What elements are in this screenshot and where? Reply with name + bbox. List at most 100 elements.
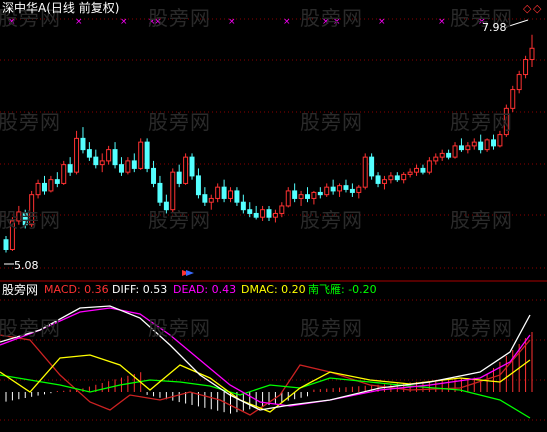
candle-body <box>516 74 522 91</box>
candle-body <box>54 179 60 184</box>
candle-body <box>523 59 529 76</box>
candle-body <box>86 149 92 158</box>
nfy-label: 南飞雁: -0.20 <box>308 283 377 296</box>
top-marker: × <box>438 17 446 27</box>
candle-body <box>433 156 439 162</box>
candle-body <box>253 212 259 218</box>
candle-body <box>292 190 298 199</box>
candle-body <box>118 164 124 173</box>
candle-body <box>144 141 150 169</box>
diamond-marker: ◇ <box>523 2 532 15</box>
top-marker: × <box>228 17 236 27</box>
top-marker: × <box>283 17 291 27</box>
watermark: 股旁网 <box>300 110 363 134</box>
candle-body <box>491 139 497 147</box>
candle-body <box>195 175 201 196</box>
candle-body <box>458 145 464 151</box>
top-marker: × <box>120 17 128 27</box>
candle-body <box>240 201 246 211</box>
candle-body <box>208 197 214 203</box>
candle-body <box>452 145 458 158</box>
candle-body <box>446 152 452 158</box>
candle-body <box>247 209 253 214</box>
candle-body <box>157 182 163 203</box>
watermark: 股旁网 <box>148 316 211 340</box>
candle-body <box>330 186 336 192</box>
candle-body <box>381 179 387 184</box>
indicator-bar: 股旁网 MACD: 0.36 DIFF: 0.53 DEAD: 0.43 DMA… <box>0 283 547 297</box>
candle-body <box>67 164 73 173</box>
candle-body <box>407 171 413 175</box>
dmac-label: DMAC: 0.20 <box>241 283 306 296</box>
watermark: 股旁网 <box>0 110 61 134</box>
watermark: 股旁网 <box>450 208 513 232</box>
candle-body <box>426 160 432 173</box>
candle-body <box>465 145 471 151</box>
diff-label: DIFF: 0.53 <box>112 283 168 296</box>
candle-body <box>420 167 426 173</box>
candle-body <box>106 149 112 162</box>
candle-body <box>285 190 291 207</box>
candle-body <box>221 186 227 199</box>
candle-body <box>529 47 535 61</box>
chart-title: 深中华A(日线 前复权) <box>2 1 120 15</box>
watermark: 股旁网 <box>300 316 363 340</box>
nfy-line <box>0 374 531 419</box>
watermark: 股旁网 <box>148 208 211 232</box>
candle-body <box>138 141 144 169</box>
top-marker: × <box>378 17 386 27</box>
candle-body <box>324 186 330 196</box>
candle-body <box>35 182 41 196</box>
low-price-label: 5.08 <box>14 259 39 272</box>
dead-label: DEAD: 0.43 <box>173 283 237 296</box>
candle-body <box>215 186 221 199</box>
watermark: 股旁网 <box>0 208 61 232</box>
high-price-label: 7.98 <box>482 21 507 34</box>
candle-body <box>279 205 285 214</box>
candle-body <box>478 141 484 151</box>
candle-body <box>401 173 407 181</box>
candle-body <box>343 185 349 190</box>
watermark: 股旁网 <box>300 208 363 232</box>
candle-body <box>74 137 80 173</box>
candle-body <box>298 194 304 199</box>
candle-body <box>93 156 99 166</box>
candle-body <box>99 160 105 166</box>
watermark: 股旁网 <box>450 110 513 134</box>
candle-body <box>317 191 323 196</box>
play-marker <box>186 270 194 276</box>
candle-body <box>272 212 278 218</box>
candle-body <box>234 190 240 203</box>
diamond-marker: ◇ <box>533 2 542 15</box>
candle-body <box>266 209 272 218</box>
candle-body <box>3 239 9 250</box>
candle-body <box>375 175 381 184</box>
candle-body <box>304 194 310 199</box>
watermark: 股旁网 <box>0 316 61 340</box>
indicator-logo: 股旁网 <box>2 283 39 297</box>
candle-body <box>112 149 118 166</box>
candle-body <box>356 186 362 193</box>
macd-label: MACD: 0.36 <box>44 283 109 296</box>
candle-body <box>80 137 86 151</box>
candle-body <box>497 134 503 147</box>
chart-stage: × × × × × × × × × × × × ◇ ◇ 股旁网 股旁网 股旁网 股旁网 股旁网 股旁网 股… <box>0 0 547 428</box>
candle-body <box>439 152 445 158</box>
candle-body <box>183 156 189 184</box>
candle-body <box>189 156 195 177</box>
candle-body <box>228 190 234 199</box>
candle-body <box>394 175 400 181</box>
top-marker: × <box>75 17 83 27</box>
dmac-line <box>0 354 531 413</box>
candle-body <box>471 141 477 147</box>
watermark: 股旁网 <box>300 6 363 30</box>
candle-body <box>337 185 343 192</box>
watermark: 股旁网 <box>148 110 211 134</box>
watermark: 股旁网 <box>450 316 513 340</box>
candle-body <box>176 171 182 184</box>
watermark: 股旁网 <box>148 6 211 30</box>
candle-body <box>41 182 47 192</box>
candle-body <box>202 194 208 203</box>
candle-body <box>311 191 317 199</box>
candle-body <box>48 179 54 192</box>
